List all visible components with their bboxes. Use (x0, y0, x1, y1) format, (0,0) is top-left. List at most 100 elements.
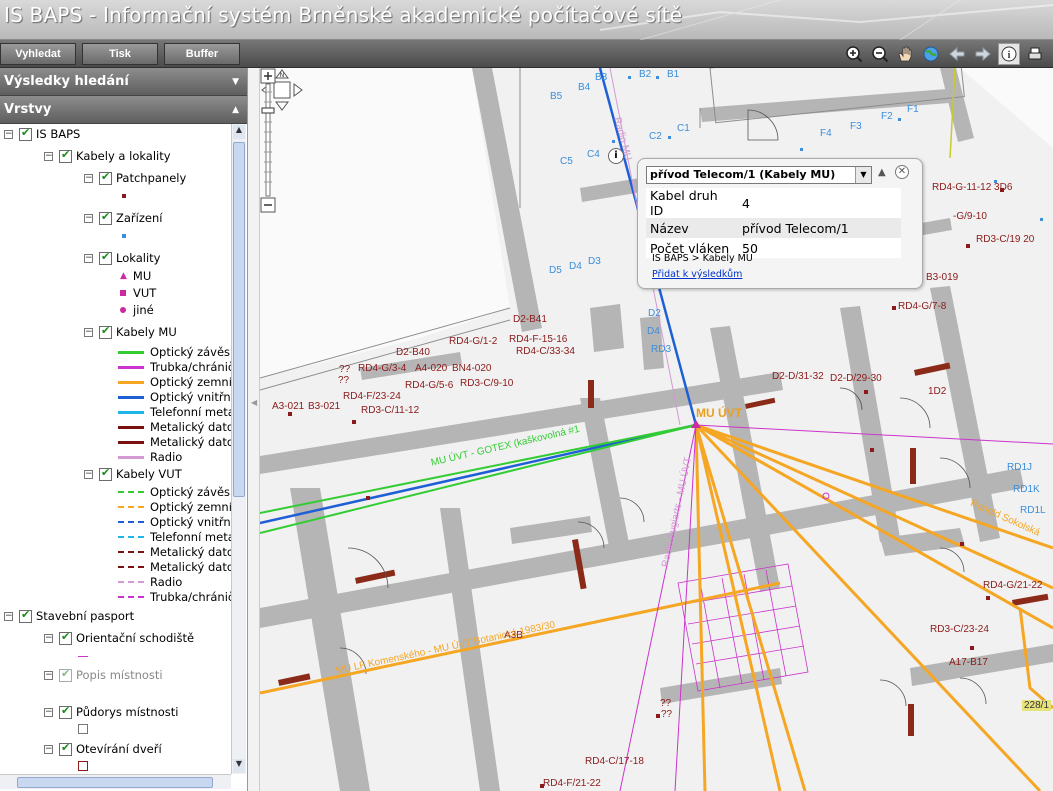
legend-line-swatch (118, 506, 144, 508)
chevron-down-icon[interactable]: ▼ (232, 68, 239, 96)
patchpanel-label: ?? (339, 364, 351, 375)
collapse-icon[interactable]: − (84, 253, 93, 263)
legend-label: Radio (150, 450, 183, 464)
device-label: RD1J (1007, 462, 1033, 473)
legend-label: Optický závěsný s (150, 485, 231, 499)
collapse-icon[interactable]: − (4, 611, 13, 621)
collapse-icon[interactable]: − (84, 327, 93, 337)
tree-node-kabely-lokality[interactable]: − Kabely a lokality (44, 148, 171, 164)
tree-node-otevirani[interactable]: − Otevírání dveří (44, 741, 162, 757)
scroll-thumb[interactable] (17, 777, 213, 788)
print-button[interactable]: Tisk (82, 43, 158, 65)
collapse-panel-icon[interactable]: ◀ (251, 398, 257, 407)
back-arrow-icon[interactable] (946, 43, 968, 65)
attr-value: 4 (738, 188, 901, 218)
forward-arrow-icon[interactable] (972, 43, 994, 65)
patchpanel-label: 1D2 (928, 386, 947, 397)
add-to-results-link[interactable]: Přidat k výsledkům (652, 269, 742, 280)
attr-value: přívod Telecom/1 (738, 218, 901, 238)
collapse-icon[interactable]: − (84, 213, 93, 223)
info-icon[interactable]: i (998, 43, 1020, 65)
patchpanel-label: D2-B40 (396, 347, 430, 358)
collapse-icon[interactable]: − (4, 129, 13, 139)
tree-node-patchpanely[interactable]: − Patchpanely (84, 170, 186, 186)
measure-tag: 228/1 (1022, 700, 1052, 711)
device-label: C4 (587, 149, 600, 160)
print-map-icon[interactable] (1024, 43, 1046, 65)
collapse-icon[interactable]: − (84, 173, 93, 183)
layer-checkbox[interactable] (99, 250, 112, 265)
feature-select[interactable]: přívod Telecom/1 (Kabely MU) ▼ (646, 166, 872, 184)
layer-tree-vertical-scrollbar[interactable]: ▲ ▼ (231, 124, 246, 774)
legend-item: Optický závěsný s (118, 344, 231, 360)
chevron-up-icon[interactable]: ▲ (232, 96, 239, 124)
panel-splitter[interactable]: ◀ (248, 68, 260, 791)
search-button[interactable]: Vyhledat (0, 43, 76, 65)
patchpanel-label: ?? (660, 698, 672, 709)
square-icon (120, 290, 126, 296)
tree-label: IS BAPS (36, 127, 81, 141)
tree-node-stavebni[interactable]: − Stavební pasport (4, 608, 134, 624)
buffer-button[interactable]: Buffer (164, 43, 240, 65)
tree-node-orientacni[interactable]: − Orientační schodiště (44, 630, 194, 646)
layer-checkbox[interactable] (99, 210, 112, 225)
legend-label: MU (132, 269, 152, 283)
map-view[interactable]: RD4-G-11-12 3D6 -G/9-10 RD3-C/19 20 B3-019 R… (260, 68, 1053, 791)
zoom-in-icon[interactable] (843, 43, 865, 65)
close-icon[interactable]: ✕ (895, 165, 909, 179)
search-results-header[interactable]: Výsledky hledání ▼ (0, 68, 247, 96)
chevron-down-icon[interactable]: ▼ (855, 167, 871, 183)
collapse-icon[interactable]: − (44, 151, 53, 161)
tree-node-popis[interactable]: − Popis místnosti (44, 667, 163, 683)
collapse-icon[interactable]: − (44, 670, 53, 680)
patchpanel-label: RD3-C/11-12 (361, 405, 420, 416)
legend-item: Optický zemní (118, 374, 231, 390)
layer-checkbox[interactable] (59, 630, 72, 645)
layer-checkbox[interactable] (59, 741, 72, 756)
scroll-down-icon[interactable]: ▼ (233, 759, 245, 773)
legend-item: Optický zemní (118, 499, 231, 515)
patchpanel-label: RD4-G/1-2 (449, 336, 498, 347)
collapse-icon[interactable]: − (44, 744, 53, 754)
tree-node-pudorys[interactable]: − Půdorys místnosti (44, 704, 178, 720)
layer-checkbox[interactable] (59, 148, 72, 163)
collapse-icon[interactable]: − (44, 707, 53, 717)
patchpanel-label: RD3-C/19 20 (976, 234, 1035, 245)
info-pin-icon[interactable]: i (608, 148, 624, 164)
layer-tree: − IS BAPS − Kabely a lokality − Patchpan… (0, 124, 231, 774)
legend-item: Optický vnitřní (118, 514, 231, 530)
device-label: RD1L (1020, 505, 1046, 516)
scroll-thumb[interactable] (233, 142, 245, 497)
tree-node-kabely-vut[interactable]: − Kabely VUT (84, 466, 182, 482)
layer-checkbox[interactable] (59, 704, 72, 719)
legend-label: Metalický datový (150, 420, 231, 434)
layer-checkbox[interactable] (99, 466, 112, 481)
tree-node-zarizeni[interactable]: − Zařízení (84, 210, 162, 226)
layer-checkbox[interactable] (59, 667, 72, 682)
globe-icon[interactable] (920, 43, 942, 65)
layer-checkbox[interactable] (19, 126, 32, 141)
collapse-icon[interactable]: − (84, 469, 93, 479)
location-label-mu-uvt[interactable]: MU ÚVT (696, 406, 742, 420)
collapse-up-icon[interactable]: ▲ (878, 167, 886, 178)
layer-checkbox[interactable] (19, 608, 32, 623)
device-label: F4 (820, 128, 832, 139)
zoom-slider[interactable] (260, 68, 276, 214)
scroll-up-icon[interactable]: ▲ (233, 125, 245, 139)
tree-node-is-baps[interactable]: − IS BAPS (4, 126, 80, 142)
tree-label: Lokality (116, 251, 161, 265)
layer-tree-horizontal-scrollbar[interactable] (0, 774, 231, 789)
patchpanel-label: RD4-G/5-6 (405, 380, 454, 391)
layer-checkbox[interactable] (99, 324, 112, 339)
zoom-out-icon[interactable] (869, 43, 891, 65)
device-label: B2 (639, 69, 652, 80)
tree-node-kabely-mu[interactable]: − Kabely MU (84, 324, 177, 340)
layers-header[interactable]: Vrstvy ▲ (0, 96, 247, 124)
device-symbol (122, 228, 126, 244)
pan-hand-icon[interactable] (894, 43, 916, 65)
collapse-icon[interactable]: − (44, 633, 53, 643)
legend-label: Optický zemní (150, 500, 231, 514)
layer-checkbox[interactable] (99, 170, 112, 185)
device-label: D5 (549, 265, 562, 276)
tree-node-lokality[interactable]: − Lokality (84, 250, 160, 266)
